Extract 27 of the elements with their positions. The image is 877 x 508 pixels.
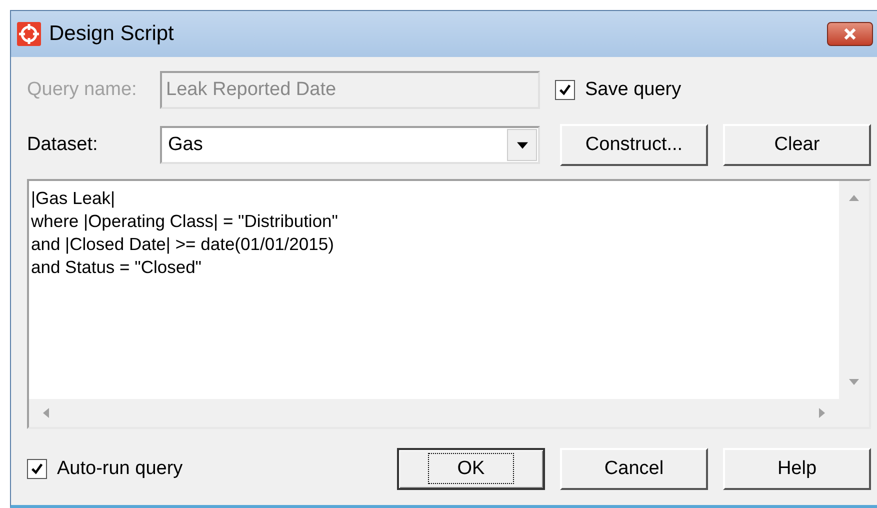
dialog-button[interactable]: Help (723, 448, 871, 490)
checkbox-icon[interactable] (555, 80, 575, 100)
dialog-button[interactable]: Cancel (560, 448, 708, 490)
close-button[interactable] (827, 22, 873, 46)
script-line: and Status = "Closed" (31, 256, 203, 279)
auto-run-checkbox[interactable]: Auto-run query (27, 458, 183, 480)
query-name-label: Query name: (27, 79, 138, 101)
window-title: Design Script (49, 22, 175, 46)
save-query-checkbox[interactable]: Save query (555, 79, 682, 101)
dataset-button[interactable]: Clear (723, 124, 871, 166)
target-icon (17, 22, 41, 46)
checkbox-icon[interactable] (27, 459, 47, 479)
dataset-button[interactable]: Construct... (560, 124, 708, 166)
dataset-label: Dataset: (27, 134, 99, 156)
script-line: where |Operating Class| = "Distribution" (31, 210, 339, 233)
scroll-down-icon[interactable] (849, 379, 859, 385)
close-icon[interactable] (843, 27, 857, 41)
scroll-right-icon[interactable] (819, 408, 825, 418)
script-line: |Gas Leak| (31, 187, 116, 210)
horizontal-scrollbar[interactable] (29, 399, 839, 427)
scroll-up-icon[interactable] (849, 195, 859, 201)
dialog-button[interactable]: OK (397, 448, 545, 490)
script-line: and |Closed Date| >= date(01/01/2015) (31, 233, 335, 256)
vertical-scrollbar[interactable] (839, 181, 869, 399)
dataset-dropdown[interactable]: Gas (160, 126, 540, 164)
scroll-left-icon[interactable] (43, 408, 49, 418)
script-editor[interactable]: |Gas Leak| where |Operating Class| = "Distribution" and |Closed Date| >= date(01/01/2015) and Status = "Closed" (27, 179, 871, 429)
